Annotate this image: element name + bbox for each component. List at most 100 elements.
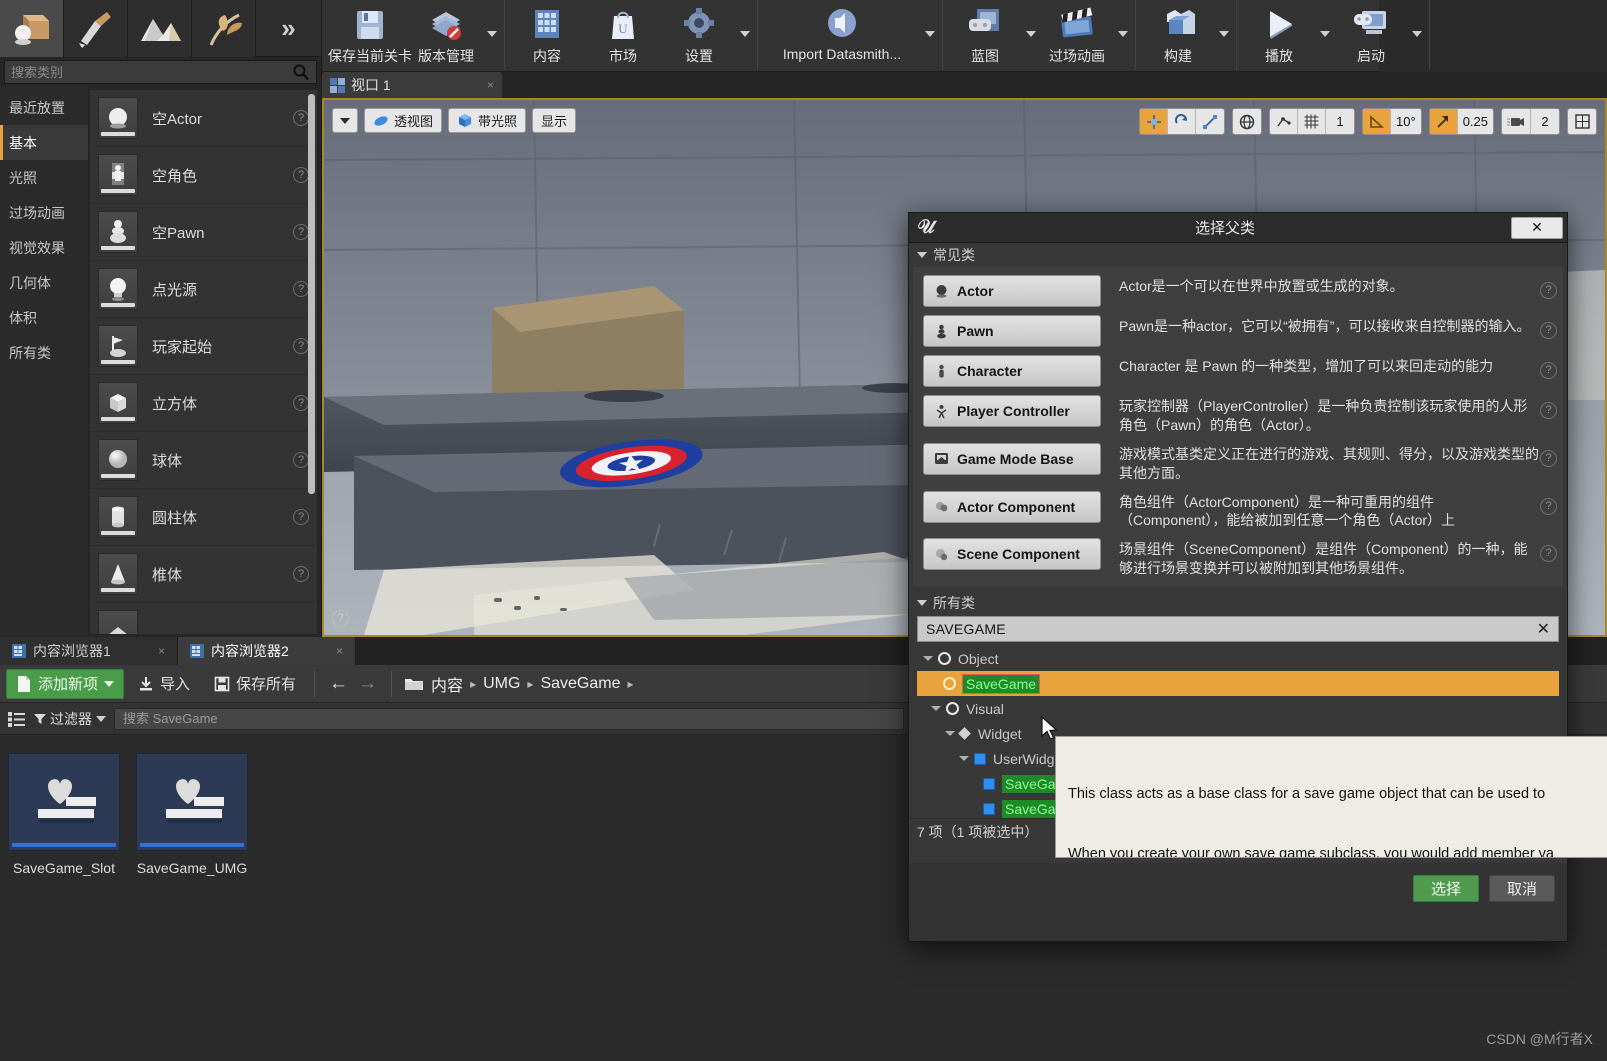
class-filter-input[interactable]: SAVEGAME ✕ xyxy=(917,616,1559,643)
place-tab-landscape[interactable] xyxy=(128,0,192,57)
breadcrumb-item-savegame[interactable]: SaveGame xyxy=(540,675,620,693)
help-icon[interactable]: ? xyxy=(293,167,309,183)
twisty-icon[interactable] xyxy=(945,731,955,737)
list-item[interactable]: 空角色 ? xyxy=(90,147,317,204)
blueprint-button[interactable]: 蓝图 xyxy=(947,0,1023,68)
source-control-button[interactable]: 版本管理 xyxy=(408,0,484,68)
nav-forward-button[interactable]: → xyxy=(358,673,377,695)
select-button[interactable]: 选择 xyxy=(1413,875,1479,902)
world-coord-icon[interactable] xyxy=(1233,109,1261,134)
asset-item[interactable]: SaveGame_Slot xyxy=(8,753,120,876)
play-dropdown[interactable] xyxy=(1317,0,1333,68)
grid-snap-icon[interactable] xyxy=(1298,109,1327,134)
help-icon[interactable]: ? xyxy=(293,509,309,525)
twisty-icon[interactable] xyxy=(923,656,933,662)
sources-panel-icon[interactable] xyxy=(8,711,26,727)
list-item[interactable]: 空Pawn ? xyxy=(90,204,317,261)
place-category-lights[interactable]: 光照 xyxy=(0,160,88,195)
twisty-icon[interactable] xyxy=(931,706,941,712)
list-item[interactable] xyxy=(90,603,317,634)
place-search-row[interactable] xyxy=(4,60,317,84)
list-item[interactable]: 点光源 ? xyxy=(90,261,317,318)
class-button-pawn[interactable]: Pawn xyxy=(923,315,1101,347)
breadcrumb-item-content[interactable]: 内容 xyxy=(431,672,463,696)
help-icon[interactable]: ? xyxy=(293,338,309,354)
viewport-show-button[interactable]: 显示 xyxy=(532,108,577,133)
place-actor-list[interactable]: 空Actor ? 空角色 ? 空Pawn ? 点光源 ? 玩家起始 ? 立方体 … xyxy=(90,90,317,634)
list-item[interactable]: 椎体 ? xyxy=(90,546,317,603)
class-button-player-controller[interactable]: Player Controller xyxy=(923,395,1101,427)
help-icon[interactable]: ? xyxy=(1540,282,1557,299)
nav-back-button[interactable]: ← xyxy=(329,673,348,695)
place-category-geometry[interactable]: 几何体 xyxy=(0,265,88,300)
help-icon[interactable]: ? xyxy=(293,452,309,468)
help-icon[interactable]: ? xyxy=(293,110,309,126)
help-icon[interactable]: ? xyxy=(1540,402,1557,419)
save-all-button[interactable]: 保存所有 xyxy=(204,669,306,699)
close-icon[interactable]: × xyxy=(158,644,165,658)
maximize-icon[interactable] xyxy=(1568,109,1596,134)
settings-button[interactable]: 设置 xyxy=(661,0,737,68)
cinematics-dropdown[interactable] xyxy=(1115,0,1131,68)
content-button[interactable]: 内容 xyxy=(509,0,585,68)
help-icon[interactable]: ? xyxy=(293,566,309,582)
list-item[interactable]: 球体 ? xyxy=(90,432,317,489)
blueprint-dropdown[interactable] xyxy=(1023,0,1039,68)
move-gizmo-icon[interactable] xyxy=(1140,109,1169,134)
cinematics-button[interactable]: 过场动画 xyxy=(1039,0,1115,68)
class-button-scene-component[interactable]: Scene Component xyxy=(923,538,1101,571)
launch-dropdown[interactable] xyxy=(1409,0,1425,68)
class-button-actor[interactable]: Actor xyxy=(923,275,1101,307)
tree-row[interactable]: Visual xyxy=(917,696,1559,721)
class-button-game-mode-base[interactable]: Game Mode Base xyxy=(923,442,1101,475)
close-button[interactable]: ✕ xyxy=(1511,216,1563,239)
import-button[interactable]: 导入 xyxy=(128,669,200,699)
viewport-help-icon[interactable]: ? xyxy=(332,610,349,627)
rotate-gizmo-icon[interactable] xyxy=(1168,109,1197,134)
marketplace-button[interactable]: U 市场 xyxy=(585,0,661,68)
twisty-icon[interactable] xyxy=(959,756,969,762)
source-control-dropdown[interactable] xyxy=(484,0,500,68)
viewport-perspective-button[interactable]: 透视图 xyxy=(364,108,443,133)
camera-speed-icon[interactable] xyxy=(1502,109,1531,134)
asset-item[interactable]: SaveGame_UMG xyxy=(136,753,248,876)
list-item[interactable]: 立方体 ? xyxy=(90,375,317,432)
place-category-allclasses[interactable]: 所有类 xyxy=(0,335,88,370)
list-item[interactable]: 空Actor ? xyxy=(90,90,317,147)
angle-snap-icon[interactable] xyxy=(1363,109,1392,134)
surface-snap-icon[interactable] xyxy=(1270,109,1299,134)
breadcrumb-item-umg[interactable]: UMG xyxy=(483,675,520,693)
place-category-basic[interactable]: 基本 xyxy=(0,125,88,160)
close-icon[interactable]: × xyxy=(336,644,343,658)
help-icon[interactable]: ? xyxy=(1540,362,1557,379)
viewport-options-dropdown[interactable] xyxy=(332,108,358,133)
tree-row[interactable]: SaveGame xyxy=(917,671,1559,697)
class-button-character[interactable]: Character xyxy=(923,355,1101,387)
viewport-lit-button[interactable]: 带光照 xyxy=(448,108,527,133)
place-tab-foliage[interactable] xyxy=(192,0,256,57)
all-classes-header[interactable]: 所有类 xyxy=(909,590,1567,616)
place-category-visualfx[interactable]: 视觉效果 xyxy=(0,230,88,265)
scale-gizmo-icon[interactable] xyxy=(1196,109,1224,134)
help-icon[interactable]: ? xyxy=(293,224,309,240)
list-item[interactable]: 玩家起始 ? xyxy=(90,318,317,375)
help-icon[interactable]: ? xyxy=(1540,545,1557,563)
clear-icon[interactable]: ✕ xyxy=(1537,619,1550,639)
list-item[interactable]: 圆柱体 ? xyxy=(90,489,317,546)
add-new-button[interactable]: 添加新项 xyxy=(6,668,125,699)
place-category-volumes[interactable]: 体积 xyxy=(0,300,88,335)
help-icon[interactable]: ? xyxy=(1540,449,1557,467)
scale-snap-value[interactable]: 0.25 xyxy=(1458,109,1493,134)
tab-content-browser-2[interactable]: 内容浏览器2 × xyxy=(178,637,356,665)
place-tab-basic[interactable] xyxy=(0,0,64,57)
datasmith-dropdown[interactable] xyxy=(922,0,938,68)
tree-row[interactable]: Object xyxy=(917,646,1559,671)
help-icon[interactable]: ? xyxy=(293,281,309,297)
launch-button[interactable]: 启动 xyxy=(1333,0,1409,68)
close-icon[interactable]: × xyxy=(487,78,494,92)
build-dropdown[interactable] xyxy=(1216,0,1232,68)
settings-dropdown[interactable] xyxy=(737,0,753,68)
angle-snap-value[interactable]: 10° xyxy=(1391,109,1421,134)
play-button[interactable]: 播放 xyxy=(1241,0,1317,68)
content-search-input[interactable] xyxy=(123,711,895,726)
